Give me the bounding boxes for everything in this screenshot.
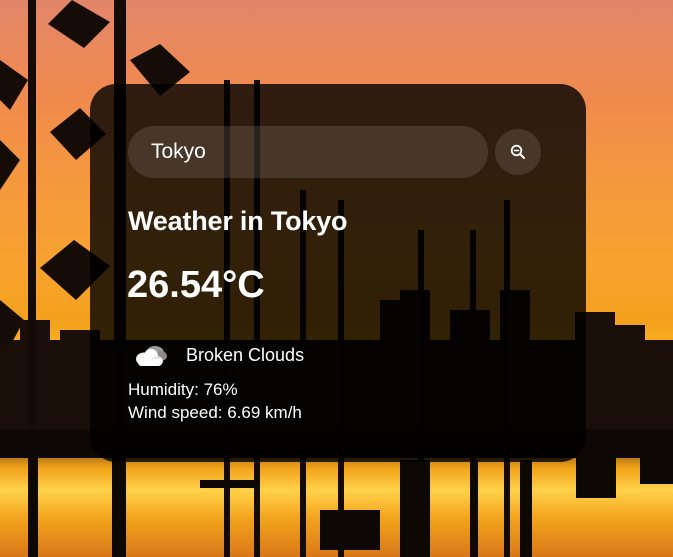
weather-description: Broken Clouds [134,340,304,370]
search-input[interactable] [128,126,488,178]
search-bar [128,126,542,178]
description-label: Broken Clouds [186,344,305,365]
wind-speed-label: Wind speed: 6.69 km/h [128,403,302,422]
temperature: 26.54°C [127,264,265,306]
city-title: Weather in Tokyo [128,206,348,236]
weather-card: Weather in Tokyo 26.54°C Broken Clouds H… [90,84,586,462]
search-button[interactable] [495,129,541,175]
search-icon [510,144,525,159]
cloud-icon [136,346,167,366]
humidity-label: Humidity: 76% [128,380,238,399]
